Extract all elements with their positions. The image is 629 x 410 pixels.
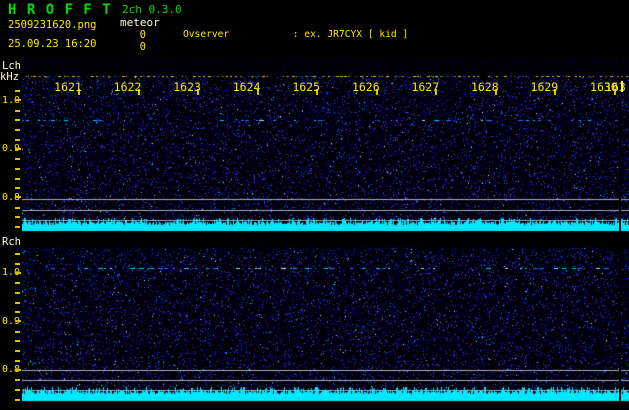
freq-minor-tick (15, 359, 20, 362)
lch-unit-label: kHz (0, 71, 19, 83)
freq-minor-tick (15, 187, 20, 190)
freq-minor-tick (15, 177, 20, 180)
observer-line: Ovserver : ex. JR7CYX [ kid ] (183, 29, 409, 41)
time-label: 1624 (232, 80, 261, 94)
time-label: 1622 (113, 80, 142, 94)
datetime-label: 25.09.23 16:20 (8, 38, 97, 50)
meteor-count-bottom: 0 (139, 41, 146, 53)
app-title: H R O F F T (8, 2, 112, 18)
freq-major-tick (15, 368, 21, 371)
output-filename: 2509231620.png (8, 19, 97, 31)
meteor-count-top: 0 (139, 29, 146, 41)
freq-minor-tick (15, 226, 20, 229)
time-label: 1629 (530, 80, 559, 94)
freq-minor-tick (15, 253, 20, 256)
time-label-clipped: 163 (605, 80, 626, 94)
freq-minor-tick (15, 90, 20, 93)
freq-minor-tick (15, 311, 20, 314)
freq-minor-tick (15, 119, 20, 122)
time-label: 1626 (351, 80, 380, 94)
freq-minor-tick (15, 129, 20, 132)
current-time-cursor-mark (621, 81, 623, 92)
freq-minor-tick (15, 216, 20, 219)
freq-major-tick (15, 99, 21, 101)
freq-minor-tick (15, 330, 20, 333)
time-label: 1623 (173, 80, 201, 94)
freq-major-tick (15, 320, 21, 322)
freq-minor-tick (15, 282, 20, 285)
freq-minor-tick (15, 350, 20, 353)
hrofft-window: H R O F F T 2ch 0.3.0 2509231620.png met… (0, 0, 629, 410)
freq-minor-tick (15, 109, 20, 112)
freq-minor-tick (15, 379, 20, 382)
freq-minor-tick (15, 291, 20, 294)
time-label: 1628 (470, 80, 499, 94)
freq-minor-tick (15, 262, 20, 265)
freq-major-tick (15, 196, 21, 198)
freq-major-tick (15, 147, 21, 150)
freq-minor-tick (15, 398, 20, 401)
freq-minor-tick (15, 301, 20, 304)
rch-spectrogram (22, 246, 629, 402)
mode-label: meteor (120, 16, 160, 29)
current-time-cursor (619, 58, 621, 402)
freq-minor-tick (15, 340, 20, 343)
app-version: 2ch 0.3.0 (122, 3, 182, 16)
rch-channel-label: Rch (2, 236, 21, 248)
freq-minor-tick (15, 138, 20, 141)
freq-minor-tick (15, 388, 20, 391)
freq-major-tick (15, 271, 21, 274)
time-label: 1621 (54, 80, 82, 94)
freq-minor-tick (15, 167, 20, 170)
time-label: 1627 (411, 80, 440, 94)
time-label: 1625 (292, 80, 321, 94)
freq-minor-tick (15, 158, 20, 161)
freq-minor-tick (15, 206, 20, 209)
